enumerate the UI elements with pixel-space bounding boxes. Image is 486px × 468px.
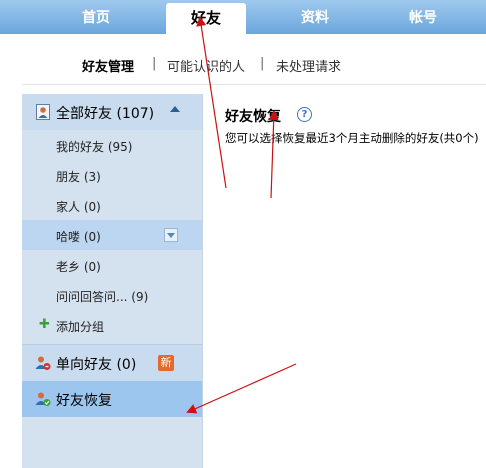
group-label: 哈喽 (0) (56, 230, 101, 244)
friend-groups-sidebar: 全部好友 (107) 我的好友 (95) 朋友 (3) 家人 (0) 哈喽 (0… (22, 94, 203, 468)
group-label: 我的好友 (95) (56, 140, 133, 154)
group-item-my-friends[interactable]: 我的好友 (95) (22, 130, 202, 160)
plus-icon: ✚ (39, 317, 50, 332)
group-item-pengyou[interactable]: 朋友 (3) (22, 160, 202, 190)
one-way-friends-label: 单向好友 (0) (56, 357, 137, 373)
add-group-button[interactable]: ✚ 添加分组 (22, 310, 202, 340)
group-item-wenwen[interactable]: 问问回答问... (9) (22, 280, 202, 310)
subnav-friend-management[interactable]: 好友管理 (82, 56, 134, 75)
help-icon[interactable]: ? (297, 107, 312, 122)
tab-profile[interactable]: 资料 (275, 3, 355, 34)
add-group-label: 添加分组 (56, 320, 105, 334)
friend-recovery-label: 好友恢复 (56, 393, 112, 409)
friend-recovery-item[interactable]: 好友恢复 (22, 381, 202, 417)
one-way-friends-header[interactable]: 单向好友 (0) 新 (22, 344, 202, 381)
main-content: 好友恢复 ? 您可以选择恢复最近3个月主动删除的好友(共0个) (203, 94, 486, 468)
top-nav-bar: 首页 好友 资料 帐号 (0, 0, 486, 34)
group-label: 老乡 (0) (56, 260, 101, 274)
group-options-dropdown-icon[interactable] (164, 228, 178, 242)
group-label: 家人 (0) (56, 200, 101, 214)
new-badge: 新 (158, 355, 174, 371)
tab-friends[interactable]: 好友 (166, 3, 246, 34)
group-label: 问问回答问... (9) (56, 290, 149, 304)
recovery-description: 您可以选择恢复最近3个月主动删除的好友(共0个) (225, 131, 479, 145)
subnav-pending-requests[interactable]: 未处理请求 (276, 56, 341, 75)
contact-card-icon (36, 104, 50, 120)
all-friends-label: 全部好友 (107) (56, 106, 155, 122)
subnav-people-you-may-know[interactable]: 可能认识的人 (167, 56, 245, 75)
subnav-separator: | (260, 56, 265, 71)
tab-account[interactable]: 帐号 (383, 3, 463, 34)
group-item-laoxiang[interactable]: 老乡 (0) (22, 250, 202, 280)
tab-home[interactable]: 首页 (56, 3, 136, 34)
group-item-halou[interactable]: 哈喽 (0) (22, 220, 202, 250)
chevron-up-icon[interactable] (170, 106, 180, 112)
all-friends-header[interactable]: 全部好友 (107) (22, 94, 202, 130)
page-title: 好友恢复 (225, 109, 281, 125)
subnav-separator: | (152, 56, 157, 71)
one-way-friend-icon (35, 356, 51, 370)
friend-recover-icon (35, 392, 51, 406)
sub-nav: 好友管理 | 可能认识的人 | 未处理请求 (22, 34, 486, 85)
group-item-family[interactable]: 家人 (0) (22, 190, 202, 220)
group-label: 朋友 (3) (56, 170, 101, 184)
